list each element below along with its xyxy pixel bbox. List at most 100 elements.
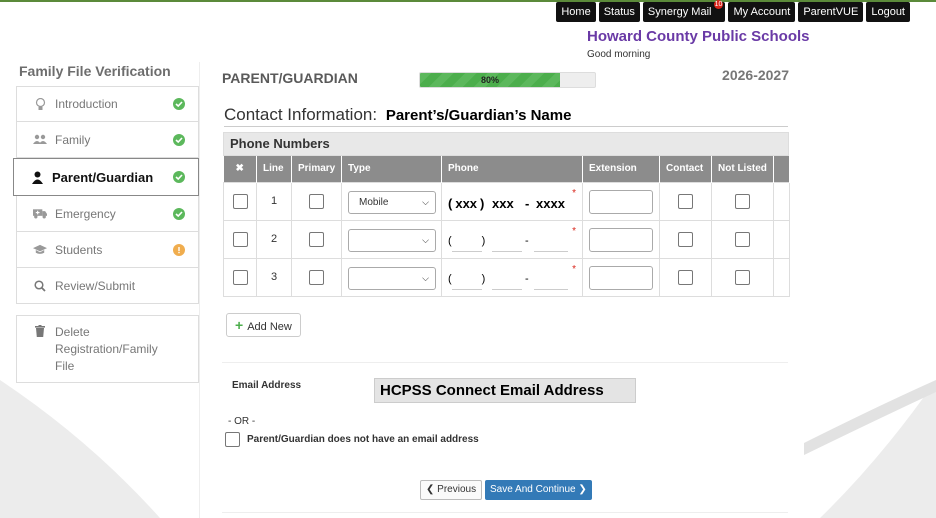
step-label: Introduction — [55, 97, 118, 111]
phone-field[interactable]: () - * — [441, 257, 583, 297]
step-emergency[interactable]: Emergency — [16, 196, 199, 232]
not-listed-checkbox[interactable] — [735, 231, 750, 247]
line-number: 3 — [256, 257, 292, 297]
email-input[interactable]: HCPSS Connect Email Address — [374, 378, 636, 403]
line-number: 2 — [256, 219, 292, 259]
school-name: Howard County Public Schools — [587, 28, 810, 45]
table-row: 1 Mobile ⌵ (xxx) xxx - xxxx * — [223, 181, 790, 221]
step-family[interactable]: Family — [16, 122, 199, 158]
progress-fill: 80% — [420, 73, 560, 87]
primary-checkbox[interactable] — [309, 269, 324, 285]
prefix-input[interactable] — [492, 230, 522, 252]
not-listed-checkbox[interactable] — [735, 193, 750, 209]
phone-numbers-title: Phone Numbers — [223, 132, 789, 156]
chevron-right-icon: ❯ — [578, 484, 587, 495]
bottom-divider — [222, 512, 788, 513]
main-panel: PARENT/GUARDIAN 80% 2026-2027 Contact In… — [199, 62, 804, 518]
contact-checkbox[interactable] — [678, 193, 693, 209]
step-students[interactable]: Students — [16, 232, 199, 268]
delete-registration-button[interactable]: Delete Registration/Family File — [16, 315, 199, 383]
chevron-down-icon: ⌵ — [422, 272, 429, 283]
previous-button[interactable]: ❮ Previous — [420, 480, 483, 500]
step-introduction[interactable]: Introduction — [16, 86, 199, 122]
area-code-input[interactable] — [451, 230, 482, 252]
no-email-option[interactable]: Parent/Guardian does not have an email a… — [225, 432, 479, 447]
prefix-input[interactable]: xxx — [492, 196, 514, 211]
previous-label: Previous — [437, 484, 477, 495]
phone-type-select[interactable]: ⌵ — [348, 266, 436, 290]
required-marker: * — [572, 187, 576, 199]
contact-heading: Contact Information: Parent’s/Guardian’s… — [224, 105, 788, 127]
step-label: Parent/Guardian — [52, 169, 154, 185]
phone-type-select[interactable]: ⌵ — [348, 228, 436, 252]
nav-home-button[interactable]: Home — [556, 2, 596, 22]
line-number: 1 — [256, 181, 292, 221]
phone-type-select[interactable]: Mobile ⌵ — [348, 190, 436, 214]
extension-input[interactable] — [589, 227, 653, 252]
prefix-input[interactable] — [492, 268, 522, 290]
users-icon — [33, 134, 47, 145]
line-number-input[interactable] — [534, 268, 568, 290]
nav-synergy-mail-label: Synergy Mail — [647, 6, 712, 18]
no-email-label: Parent/Guardian does not have an email a… — [247, 434, 479, 445]
phone-table: ✖ Line Primary Type Phone Extension Cont… — [223, 156, 790, 297]
step-label: Emergency — [55, 206, 116, 221]
user-icon — [30, 171, 44, 184]
contact-checkbox[interactable] — [678, 231, 693, 247]
nav-synergy-mail-button[interactable]: Synergy Mail 10 — [642, 0, 726, 22]
mail-count-badge: 10 — [713, 0, 724, 9]
required-marker: * — [572, 225, 576, 237]
extension-input[interactable] — [589, 265, 653, 290]
phone-field[interactable]: () - * — [441, 219, 583, 259]
delete-row-checkbox[interactable] — [232, 193, 248, 209]
delete-row-checkbox[interactable] — [232, 269, 248, 285]
delete-column-icon: ✖ — [223, 156, 257, 182]
section-title: PARENT/GUARDIAN — [222, 70, 358, 86]
nav-my-account-button[interactable]: My Account — [728, 2, 796, 22]
column-header: Line — [256, 156, 292, 182]
progress-bar: 80% — [419, 72, 596, 88]
table-row: 2 ⌵ () - * — [223, 219, 790, 259]
step-review-submit[interactable]: Review/Submit — [16, 268, 199, 304]
contact-name: Parent’s/Guardian’s Name — [385, 107, 572, 124]
area-code-input[interactable] — [451, 268, 482, 290]
plus-icon: + — [235, 317, 244, 333]
delete-row-checkbox[interactable] — [232, 231, 248, 247]
school-year: 2026-2027 — [722, 67, 789, 83]
nav-parentvue-button[interactable]: ParentVUE — [798, 2, 864, 22]
phone-numbers-panel: Phone Numbers ✖ Line Primary Type Phone … — [223, 132, 790, 297]
save-and-continue-button[interactable]: Save And Continue ❯ — [485, 480, 592, 500]
section-divider — [222, 362, 788, 363]
column-header: Contact — [659, 156, 712, 182]
extension-input[interactable] — [589, 189, 653, 214]
column-header: Not Listed — [711, 156, 774, 182]
column-header: Extension — [582, 156, 660, 182]
required-marker: * — [572, 263, 576, 275]
not-listed-checkbox[interactable] — [735, 269, 750, 285]
contact-checkbox[interactable] — [678, 269, 693, 285]
primary-checkbox[interactable] — [309, 231, 324, 247]
no-email-checkbox[interactable] — [225, 432, 240, 447]
trash-icon — [35, 325, 45, 382]
primary-checkbox[interactable] — [309, 193, 324, 209]
sidebar-title: Family File Verification — [19, 63, 171, 79]
phone-field[interactable]: (xxx) xxx - xxxx * — [441, 181, 583, 221]
nav-logout-button[interactable]: Logout — [866, 2, 910, 22]
line-number-input[interactable] — [534, 230, 568, 252]
line-number-input[interactable]: xxxx — [536, 196, 565, 211]
top-navigation: Home Status Synergy Mail 10 My Account P… — [556, 0, 910, 22]
column-header: Type — [341, 156, 442, 182]
phone-type-value: Mobile — [359, 196, 389, 208]
area-code-input[interactable]: xxx — [455, 196, 477, 211]
lightbulb-icon — [33, 97, 47, 111]
column-header-spacer — [773, 156, 790, 182]
chevron-down-icon: ⌵ — [422, 196, 429, 207]
step-parent-guardian[interactable]: Parent/Guardian — [13, 158, 199, 196]
add-new-phone-button[interactable]: + Add New — [226, 313, 301, 337]
table-row: 3 ⌵ () - * — [223, 257, 790, 297]
check-icon — [173, 207, 185, 220]
contact-label: Contact Information: — [224, 105, 378, 124]
check-icon — [173, 133, 185, 146]
column-header: Primary — [291, 156, 342, 182]
nav-status-button[interactable]: Status — [598, 2, 640, 22]
